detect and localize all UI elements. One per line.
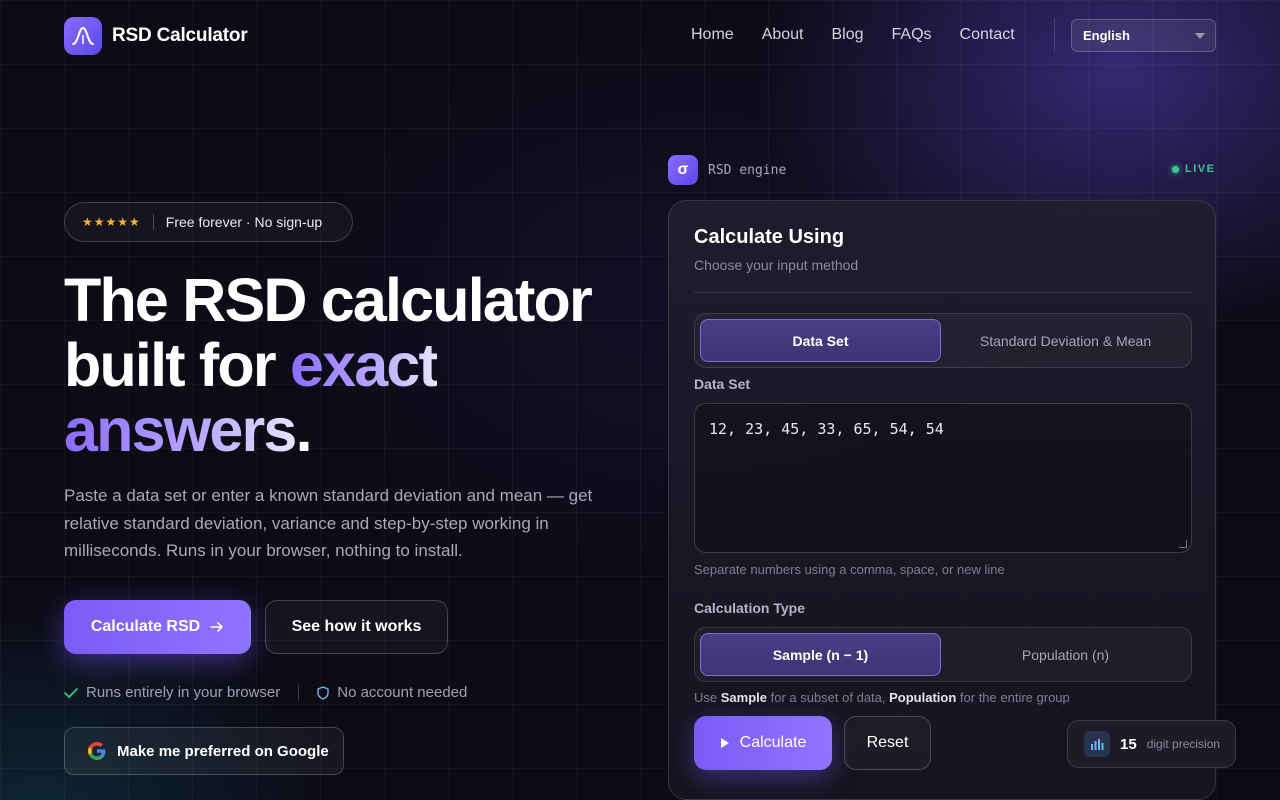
nav-home[interactable]: Home	[691, 26, 734, 44]
resize-handle-icon[interactable]	[1179, 540, 1187, 548]
google-preferred-button[interactable]: Make me preferred on Google	[64, 727, 344, 775]
google-preferred-label: Make me preferred on Google	[117, 742, 329, 760]
calculation-type-hint: Use Sample for a subset of data, Populat…	[694, 690, 1070, 705]
calculate-button[interactable]: Calculate	[694, 716, 832, 770]
engine-label: RSD engine	[708, 162, 787, 178]
main-nav: Home About Blog FAQs Contact	[691, 26, 1015, 44]
calculate-rsd-label: Calculate RSD	[90, 618, 201, 635]
check-icon	[64, 687, 78, 698]
nav-contact[interactable]: Contact	[960, 26, 1015, 44]
sigma-icon: σ	[668, 155, 698, 185]
arrow-right-icon	[210, 622, 223, 632]
engine-header: σ RSD engine	[668, 155, 786, 185]
live-status: LIVE	[1172, 163, 1215, 175]
trust-indicators: Runs entirely in your browser No account…	[64, 684, 467, 701]
hero-title-line2: built for	[64, 331, 290, 399]
hero-title-accent-answers: answers	[64, 396, 297, 464]
hint-mid: for a subset of data,	[766, 690, 890, 705]
hint-use: Use	[694, 690, 721, 705]
tab-data-set[interactable]: Data Set	[700, 319, 941, 362]
brand-name: RSD Calculator	[112, 25, 248, 46]
tab-sample[interactable]: Sample (n − 1)	[700, 633, 941, 676]
tab-sd-mean[interactable]: Standard Deviation & Mean	[945, 319, 1186, 362]
hint-population: Population	[889, 690, 957, 705]
language-value: English	[1083, 28, 1130, 43]
calculator-title: Calculate Using	[694, 226, 845, 248]
calculation-type-label: Calculation Type	[694, 600, 805, 616]
bar-chart-icon	[1084, 731, 1110, 757]
data-set-label: Data Set	[694, 376, 751, 392]
site-header: RSD Calculator Home About Blog FAQs Cont…	[0, 0, 1280, 72]
trust-browser: Runs entirely in your browser	[64, 684, 280, 701]
data-set-input[interactable]: 12, 23, 45, 33, 65, 54, 54	[694, 403, 1192, 553]
nav-faqs[interactable]: FAQs	[892, 26, 932, 44]
calculation-type-toggle: Sample (n − 1) Population (n)	[694, 627, 1192, 682]
calculator-card: Calculate Using Choose your input method…	[668, 200, 1216, 800]
hero-title: The RSD calculator built for exact answe…	[64, 268, 664, 463]
trust-account-text: No account needed	[337, 684, 468, 701]
hero-title-period: .	[295, 396, 313, 464]
language-select[interactable]: English	[1071, 19, 1216, 52]
hero-title-accent-exact: exact	[289, 331, 439, 399]
hero-title-line1: The RSD calculator	[64, 266, 593, 334]
star-rating: ★★★★★	[82, 215, 141, 229]
live-status-text: LIVE	[1185, 163, 1216, 175]
precision-label: digit precision	[1146, 737, 1221, 751]
reset-button[interactable]: Reset	[844, 716, 931, 770]
bell-curve-icon	[64, 17, 102, 55]
rating-badge: ★★★★★ Free forever · No sign-up	[64, 202, 353, 242]
live-dot-icon	[1172, 165, 1179, 173]
hint-sample: Sample	[720, 690, 767, 705]
nav-blog[interactable]: Blog	[832, 26, 864, 44]
calculate-rsd-button[interactable]: Calculate RSD	[64, 600, 251, 654]
brand-logo[interactable]: RSD Calculator	[64, 17, 248, 55]
shield-icon	[317, 685, 329, 700]
data-set-value: 12, 23, 45, 33, 65, 54, 54	[709, 420, 944, 438]
chevron-down-icon	[1195, 33, 1205, 39]
hero-description: Paste a data set or enter a known standa…	[64, 486, 593, 560]
tab-population[interactable]: Population (n)	[945, 633, 1186, 676]
precision-badge: 15 digit precision	[1067, 720, 1236, 768]
badge-divider	[152, 214, 154, 230]
data-set-hint: Separate numbers using a comma, space, o…	[694, 562, 1005, 577]
nav-divider	[1054, 18, 1055, 52]
google-icon	[88, 742, 106, 760]
trust-browser-text: Runs entirely in your browser	[86, 684, 281, 701]
input-method-toggle: Data Set Standard Deviation & Mean	[694, 313, 1192, 368]
trust-divider	[298, 684, 300, 701]
badge-text: Free forever · No sign-up	[165, 214, 323, 230]
calculator-subtitle: Choose your input method	[694, 257, 859, 273]
nav-about[interactable]: About	[762, 26, 804, 44]
play-icon	[720, 738, 729, 748]
see-how-it-works-button[interactable]: See how it works	[265, 600, 448, 654]
hint-end: for the entire group	[956, 690, 1070, 705]
trust-account: No account needed	[317, 684, 467, 701]
calculator-divider	[694, 292, 1191, 293]
precision-value: 15	[1120, 735, 1137, 753]
calculate-label: Calculate	[739, 734, 807, 751]
